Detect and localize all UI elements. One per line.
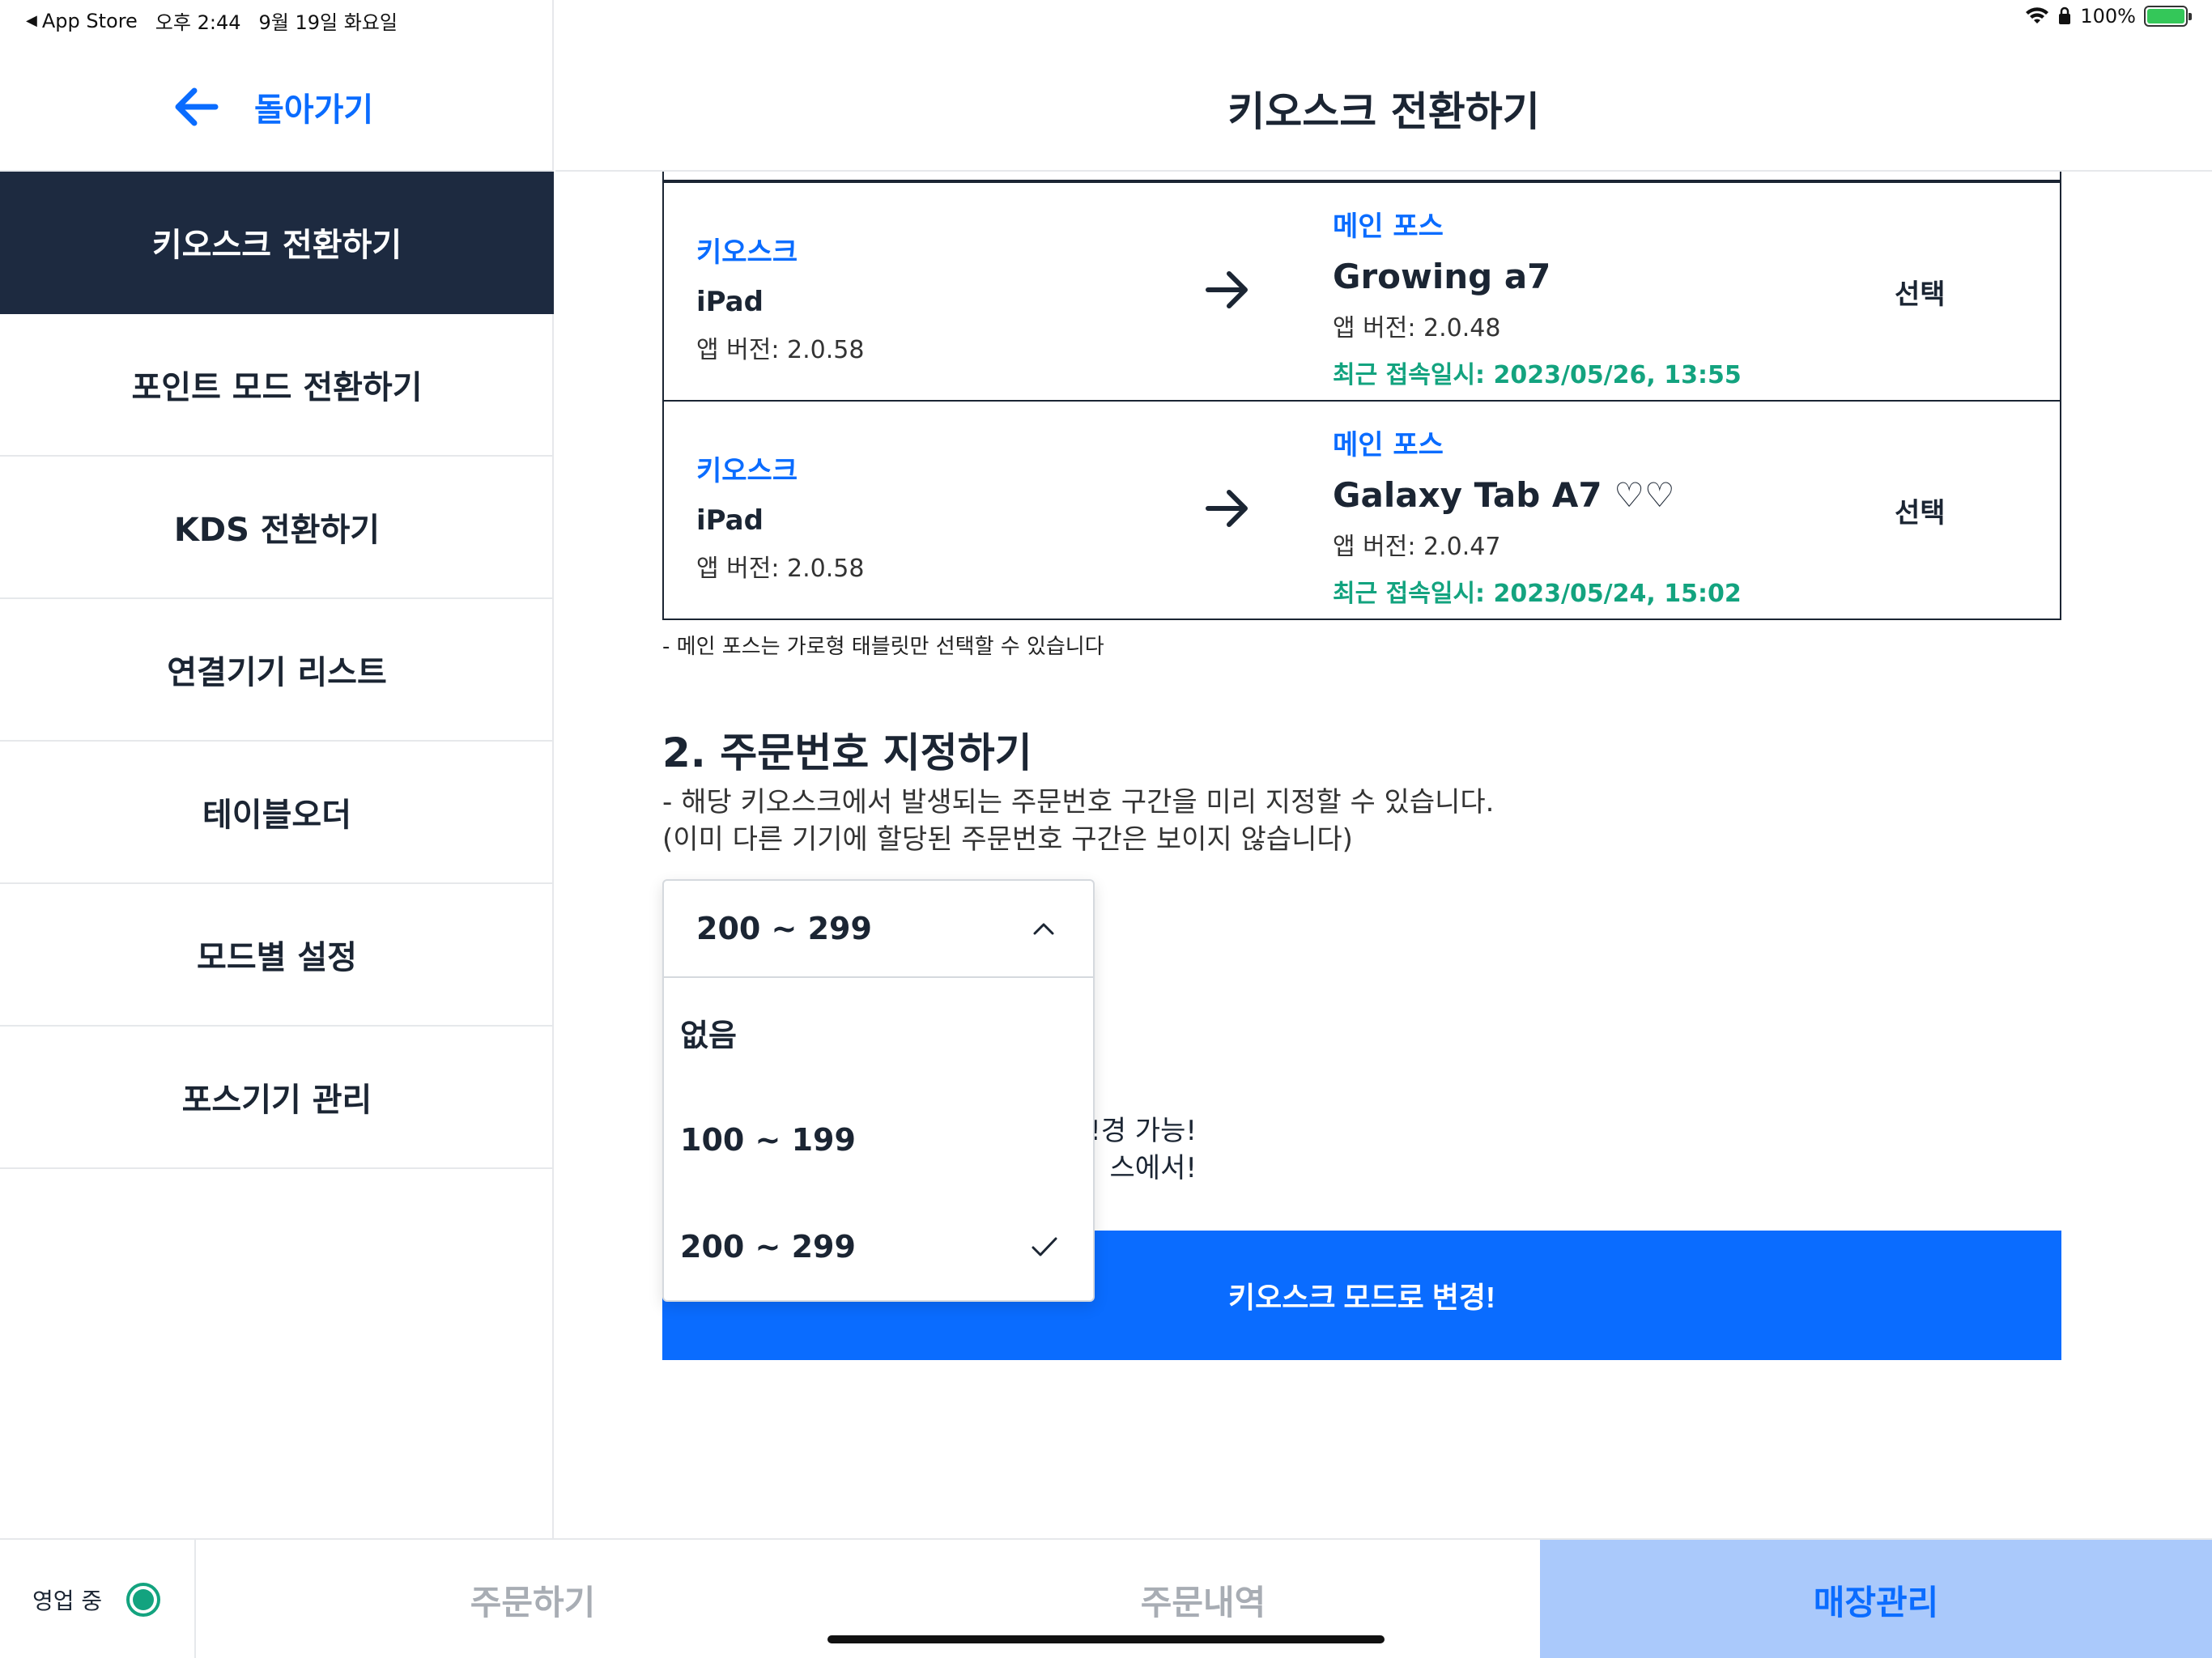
dropdown-trigger[interactable]: 200 ~ 299 bbox=[664, 881, 1093, 978]
source-tag: 키오스크 bbox=[696, 455, 798, 487]
checkmark-icon bbox=[1032, 1237, 1057, 1256]
target-device: 메인 포스 Growing a7 앱 버전: 2.0.48 최근 접속일시: 2… bbox=[1333, 204, 1742, 390]
target-tag: 메인 포스 bbox=[1333, 210, 1444, 243]
source-name: iPad bbox=[696, 504, 764, 537]
device-card[interactable]: 키오스크 iPad 앱 버전: 2.0.58 메인 포스 Growing a7 … bbox=[664, 183, 2060, 402]
section-title: 2. 주문번호 지정하기 bbox=[662, 729, 1032, 776]
target-version: 앱 버전: 2.0.47 bbox=[1333, 533, 1501, 561]
select-button[interactable]: 선택 bbox=[1895, 491, 1946, 530]
dropdown-selected-value: 200 ~ 299 bbox=[696, 911, 872, 946]
home-indicator[interactable] bbox=[827, 1635, 1385, 1643]
dropdown-option-none[interactable]: 없음 bbox=[664, 978, 1093, 1086]
section-desc-line: - 해당 키오스크에서 발생되는 주문번호 구간을 미리 지정할 수 있습니다. bbox=[662, 786, 1495, 818]
order-range-dropdown[interactable]: 200 ~ 299 없음 100 ~ 199 200 ~ 299 bbox=[662, 879, 1095, 1302]
section-description: - 해당 키오스크에서 발생되는 주문번호 구간을 미리 지정할 수 있습니다.… bbox=[662, 784, 1494, 858]
sidebar-item-table-order[interactable]: 테이블오더 bbox=[0, 742, 554, 884]
source-device: 키오스크 iPad 앱 버전: 2.0.58 bbox=[696, 449, 864, 584]
sidebar-menu: 키오스크 전환하기 포인트 모드 전환하기 KDS 전환하기 연결기기 리스트 … bbox=[0, 172, 554, 1169]
select-button[interactable]: 선택 bbox=[1895, 272, 1946, 312]
dropdown-option-200-299[interactable]: 200 ~ 299 bbox=[664, 1193, 1093, 1300]
target-version: 앱 버전: 2.0.48 bbox=[1333, 314, 1501, 342]
option-label: 100 ~ 199 bbox=[680, 1122, 856, 1158]
target-device: 메인 포스 Galaxy Tab A7 ♡♡ 앱 버전: 2.0.47 최근 접… bbox=[1333, 423, 1742, 609]
device-list: 키오스크 iPad 앱 버전: 2.0.58 메인 포스 Growing a7 … bbox=[662, 181, 2061, 620]
target-name: Galaxy Tab A7 ♡♡ bbox=[1333, 475, 1675, 515]
device-card[interactable]: 키오스크 iPad 앱 버전: 2.0.58 메인 포스 Galaxy Tab … bbox=[664, 402, 2060, 619]
option-label: 없음 bbox=[680, 1017, 737, 1053]
source-device: 키오스크 iPad 앱 버전: 2.0.58 bbox=[696, 230, 864, 365]
sidebar-item-kds-switch[interactable]: KDS 전환하기 bbox=[0, 457, 554, 599]
sidebar-item-connected-devices[interactable]: 연결기기 리스트 bbox=[0, 599, 554, 742]
sidebar-item-point-mode[interactable]: 포인트 모드 전환하기 bbox=[0, 314, 554, 457]
section-desc-line: (이미 다른 기기에 할당된 주문번호 구간은 보이지 않습니다) bbox=[662, 823, 1353, 856]
device-note: - 메인 포스는 가로형 태블릿만 선택할 수 있습니다 bbox=[662, 635, 1104, 659]
sidebar-item-kiosk-switch[interactable]: 키오스크 전환하기 bbox=[0, 172, 554, 314]
source-name: iPad bbox=[696, 286, 764, 318]
source-version: 앱 버전: 2.0.58 bbox=[696, 336, 865, 364]
arrow-right-icon bbox=[1206, 490, 1248, 527]
status-indicator-icon bbox=[126, 1583, 161, 1617]
sidebar: 돌아가기 키오스크 전환하기 포인트 모드 전환하기 KDS 전환하기 연결기기… bbox=[0, 0, 554, 1538]
business-status[interactable]: 영업 중 bbox=[0, 1540, 196, 1658]
tab-store-management[interactable]: 매장관리 bbox=[1540, 1540, 2212, 1658]
chevron-up-icon bbox=[1033, 923, 1054, 935]
scrolled-card-edge bbox=[662, 172, 2061, 181]
back-button[interactable]: 돌아가기 bbox=[170, 81, 373, 133]
page-title: 키오스크 전환하기 bbox=[1227, 88, 1540, 135]
source-tag: 키오스크 bbox=[696, 236, 798, 269]
back-label: 돌아가기 bbox=[254, 91, 374, 129]
arrow-left-icon bbox=[175, 87, 219, 126]
dropdown-option-100-199[interactable]: 100 ~ 199 bbox=[664, 1086, 1093, 1193]
sidebar-item-pos-management[interactable]: 포스기기 관리 bbox=[0, 1027, 554, 1169]
tab-order[interactable]: 주문하기 bbox=[198, 1540, 868, 1658]
option-label: 200 ~ 299 bbox=[680, 1229, 856, 1265]
target-tag: 메인 포스 bbox=[1333, 429, 1444, 461]
target-name: Growing a7 bbox=[1333, 257, 1551, 296]
last-connected: 최근 접속일시: 2023/05/24, 15:02 bbox=[1333, 580, 1742, 608]
main-header: 키오스크 전환하기 bbox=[555, 0, 2212, 172]
business-status-label: 영업 중 bbox=[32, 1588, 103, 1614]
source-version: 앱 버전: 2.0.58 bbox=[696, 555, 865, 583]
arrow-right-icon bbox=[1206, 271, 1248, 308]
last-connected: 최근 접속일시: 2023/05/26, 13:55 bbox=[1333, 361, 1742, 389]
sidebar-item-mode-settings[interactable]: 모드별 설정 bbox=[0, 884, 554, 1027]
